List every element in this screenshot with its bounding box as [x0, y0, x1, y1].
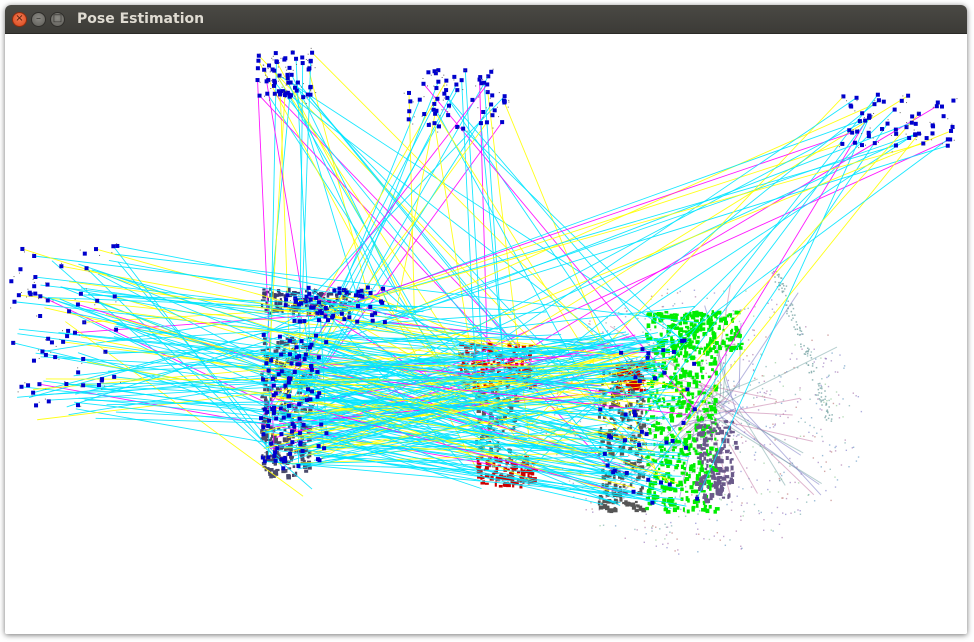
minimize-icon: – — [36, 13, 41, 24]
app-window: × – □ Pose Estimation — [5, 5, 967, 634]
feature-match-lines — [13, 52, 952, 509]
close-button[interactable]: × — [12, 11, 27, 27]
maximize-icon: □ — [52, 13, 63, 24]
minimize-button[interactable]: – — [31, 11, 46, 27]
maximize-button[interactable]: □ — [50, 11, 65, 27]
title-bar[interactable]: × – □ Pose Estimation — [5, 5, 967, 34]
scene-canvas — [9, 47, 958, 555]
close-icon: × — [15, 13, 24, 24]
pose-estimation-viewport[interactable] — [5, 34, 967, 634]
window-title: Pose Estimation — [77, 11, 205, 27]
